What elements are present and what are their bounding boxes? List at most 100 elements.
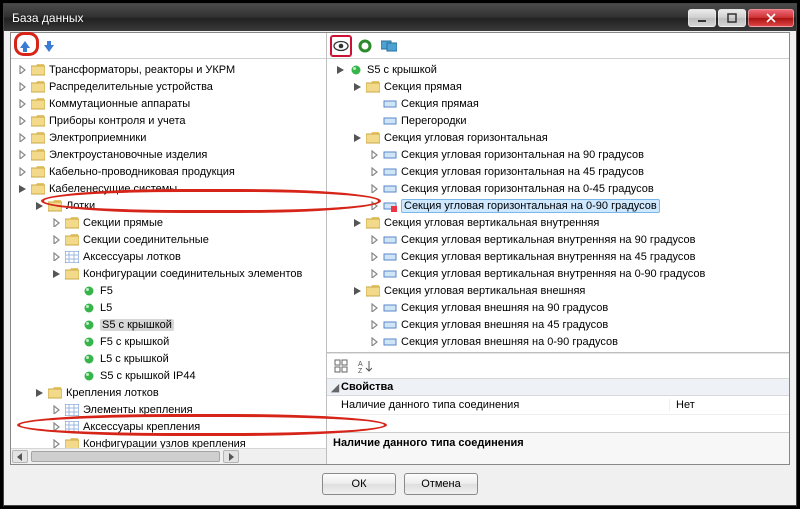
tree-item[interactable]: Перегородки [327, 112, 789, 129]
property-value[interactable]: Нет [669, 399, 789, 411]
expand-icon[interactable] [68, 353, 79, 364]
titlebar[interactable]: База данных [4, 4, 796, 31]
expand-icon[interactable] [17, 64, 28, 75]
scroll-right-icon[interactable] [223, 450, 239, 463]
scrollbar-horizontal[interactable] [11, 448, 326, 464]
expand-icon[interactable] [369, 268, 380, 279]
tree-item[interactable]: L5 [11, 299, 326, 316]
expand-icon[interactable] [51, 217, 62, 228]
tree-item[interactable]: Секция прямая [327, 78, 789, 95]
maximize-button[interactable] [718, 9, 746, 27]
categorize-icon[interactable] [331, 356, 351, 376]
expand-icon[interactable] [369, 183, 380, 194]
expand-icon[interactable] [369, 302, 380, 313]
expand-icon[interactable] [369, 166, 380, 177]
tree-item[interactable]: Секция угловая вертикальная внутренняя н… [327, 265, 789, 282]
tree-item[interactable]: Секция угловая внешняя на 90 градусов [327, 299, 789, 316]
tree-item[interactable]: S5 с крышкой IP44 [11, 367, 326, 384]
tree-item[interactable]: Секция угловая горизонтальная на 0-90 гр… [327, 197, 789, 214]
close-button[interactable] [748, 9, 794, 27]
expand-icon[interactable] [352, 217, 363, 228]
tree-item[interactable]: Коммутационные аппараты [11, 95, 326, 112]
tree-item[interactable]: Электроустановочные изделия [11, 146, 326, 163]
tree-item[interactable]: Лотки [11, 197, 326, 214]
down-arrow-icon[interactable] [39, 36, 59, 56]
tree-item[interactable]: Секция прямая [327, 95, 789, 112]
tree-item[interactable]: Аксессуары лотков [11, 248, 326, 265]
tree-item[interactable]: Секции прямые [11, 214, 326, 231]
expand-icon[interactable] [51, 421, 62, 432]
expand-icon[interactable] [369, 98, 380, 109]
expand-icon[interactable] [51, 251, 62, 262]
expand-icon[interactable] [369, 319, 380, 330]
tree-item[interactable]: Секция угловая вертикальная универсальна… [327, 350, 789, 352]
tree-item[interactable]: Электроприемники [11, 129, 326, 146]
scroll-thumb[interactable] [31, 451, 220, 462]
right-tree[interactable]: S5 с крышкойСекция прямаяСекция прямаяПе… [327, 59, 789, 352]
expand-icon[interactable] [369, 251, 380, 262]
expand-icon[interactable] [51, 438, 62, 448]
expand-icon[interactable] [68, 370, 79, 381]
tree-item[interactable]: Конфигурации узлов крепления [11, 435, 326, 448]
ok-button[interactable]: ОК [322, 473, 396, 495]
expand-icon[interactable] [352, 81, 363, 92]
tree-item[interactable]: Кабеленесущие системы [11, 180, 326, 197]
up-arrow-icon[interactable] [15, 36, 35, 56]
minimize-button[interactable] [688, 9, 716, 27]
tree-item[interactable]: Секция угловая горизонтальная на 90 град… [327, 146, 789, 163]
expand-icon[interactable] [34, 200, 45, 211]
expand-icon[interactable] [369, 115, 380, 126]
tree-item[interactable]: Секция угловая внешняя на 45 градусов [327, 316, 789, 333]
expand-icon[interactable] [369, 234, 380, 245]
gear-icon[interactable] [355, 36, 375, 56]
tree-item[interactable]: Кабельно-проводниковая продукция [11, 163, 326, 180]
expand-icon[interactable] [68, 285, 79, 296]
expand-icon[interactable] [352, 285, 363, 296]
expand-icon[interactable] [68, 319, 79, 330]
expand-icon[interactable] [51, 234, 62, 245]
tree-item[interactable]: S5 с крышкой [11, 316, 326, 333]
tree-item[interactable]: Секция угловая вертикальная внешняя [327, 282, 789, 299]
expand-icon[interactable] [17, 98, 28, 109]
expand-icon[interactable] [352, 132, 363, 143]
expand-icon[interactable] [17, 149, 28, 160]
expand-icon[interactable] [68, 336, 79, 347]
tree-item[interactable]: Приборы контроля и учета [11, 112, 326, 129]
expand-icon[interactable] [17, 166, 28, 177]
eye-icon[interactable] [331, 36, 351, 56]
tree-item[interactable]: F5 с крышкой [11, 333, 326, 350]
worksheet-icon[interactable] [379, 36, 399, 56]
tree-item[interactable]: Секция угловая горизонтальная на 0-45 гр… [327, 180, 789, 197]
cancel-button[interactable]: Отмена [404, 473, 478, 495]
tree-item[interactable]: F5 [11, 282, 326, 299]
tree-item[interactable]: Секция угловая горизонтальная на 45 град… [327, 163, 789, 180]
expand-icon[interactable] [51, 268, 62, 279]
tree-item[interactable]: Секция угловая вертикальная внутренняя н… [327, 231, 789, 248]
tree-item[interactable]: Секции соединительные [11, 231, 326, 248]
property-row[interactable]: Наличие данного типа соединения Нет [327, 396, 789, 415]
expand-icon[interactable] [17, 115, 28, 126]
expand-icon[interactable] [51, 404, 62, 415]
tree-item[interactable]: Конфигурации соединительных элементов [11, 265, 326, 282]
tree-item[interactable]: Элементы крепления [11, 401, 326, 418]
expand-icon[interactable] [17, 183, 28, 194]
sort-az-icon[interactable]: AZ [355, 356, 375, 376]
tree-item[interactable]: S5 с крышкой [327, 61, 789, 78]
expand-icon[interactable] [369, 149, 380, 160]
tree-item[interactable]: Распределительные устройства [11, 78, 326, 95]
left-tree[interactable]: Трансформаторы, реакторы и УКРМРаспредел… [11, 59, 326, 448]
tree-item[interactable]: Трансформаторы, реакторы и УКРМ [11, 61, 326, 78]
tree-item[interactable]: Секция угловая внешняя на 0-90 градусов [327, 333, 789, 350]
expand-icon[interactable] [335, 64, 346, 75]
tree-item[interactable]: Секция угловая вертикальная внутренняя [327, 214, 789, 231]
expand-icon[interactable] [369, 200, 380, 211]
expand-icon[interactable] [34, 387, 45, 398]
tree-item[interactable]: Крепления лотков [11, 384, 326, 401]
tree-item[interactable]: Секция угловая горизонтальная [327, 129, 789, 146]
tree-item[interactable]: L5 с крышкой [11, 350, 326, 367]
properties-group-header[interactable]: ◢Свойства [327, 378, 789, 396]
expand-icon[interactable] [17, 132, 28, 143]
properties-grid[interactable]: ◢Свойства Наличие данного типа соединени… [327, 378, 789, 432]
expand-icon[interactable] [369, 336, 380, 347]
tree-item[interactable]: Секция угловая вертикальная внутренняя н… [327, 248, 789, 265]
